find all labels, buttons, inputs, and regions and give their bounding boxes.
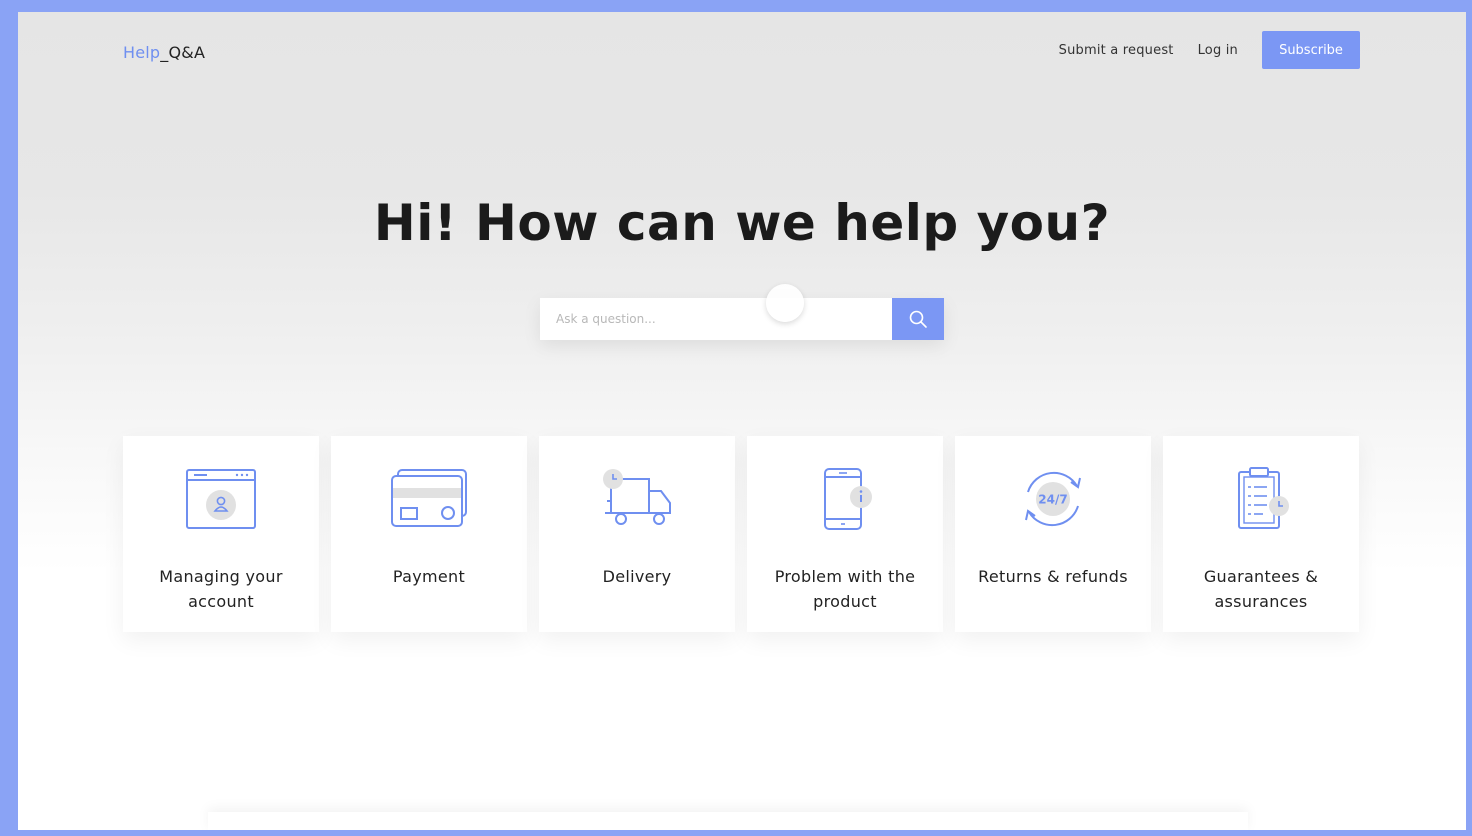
submit-request-link[interactable]: Submit a request — [1059, 43, 1174, 58]
phone-info-icon — [824, 468, 872, 530]
search-icon — [909, 310, 927, 328]
search-bar — [540, 298, 944, 340]
cursor-indicator — [766, 284, 804, 322]
category-label: Guarantees & assurances — [1203, 567, 1319, 611]
delivery-truck-icon — [603, 469, 671, 525]
bottom-section-edge — [208, 812, 1248, 830]
category-card-guarantees[interactable]: Guarantees & assurances — [1163, 436, 1359, 632]
account-window-icon — [186, 469, 256, 529]
category-card-returns[interactable]: 24/7 Returns & refunds — [955, 436, 1151, 632]
category-label: Problem with the product — [774, 567, 916, 611]
category-card-payment[interactable]: Payment — [331, 436, 527, 632]
subscribe-button[interactable]: Subscribe — [1262, 31, 1360, 69]
category-card-account[interactable]: Managing your account — [123, 436, 319, 632]
search-button[interactable] — [892, 298, 944, 340]
credit-cards-icon — [391, 469, 467, 527]
category-label: Payment — [392, 567, 466, 586]
top-nav: Submit a request Log in Subscribe — [1059, 31, 1360, 69]
logo-qa-text: _Q&A — [160, 43, 206, 62]
badge-24-7-text: 24/7 — [1038, 493, 1067, 507]
returns-24-7-icon: 24/7 — [1025, 471, 1081, 527]
category-cards: Managing your account Payment Delivery P… — [123, 436, 1359, 632]
login-link[interactable]: Log in — [1198, 43, 1238, 58]
clipboard-checklist-icon — [1238, 467, 1289, 529]
category-label: Managing your account — [159, 567, 283, 611]
category-card-product-problem[interactable]: Problem with the product — [747, 436, 943, 632]
page-frame: Help_Q&A Submit a request Log in Subscri… — [18, 12, 1466, 830]
category-card-delivery[interactable]: Delivery — [539, 436, 735, 632]
hero-title: Hi! How can we help you? — [373, 194, 1111, 252]
site-logo[interactable]: Help_Q&A — [123, 43, 205, 62]
category-label: Returns & refunds — [978, 567, 1128, 586]
category-label: Delivery — [602, 567, 672, 586]
logo-help-text: Help — [123, 43, 161, 62]
search-input[interactable] — [540, 298, 892, 340]
